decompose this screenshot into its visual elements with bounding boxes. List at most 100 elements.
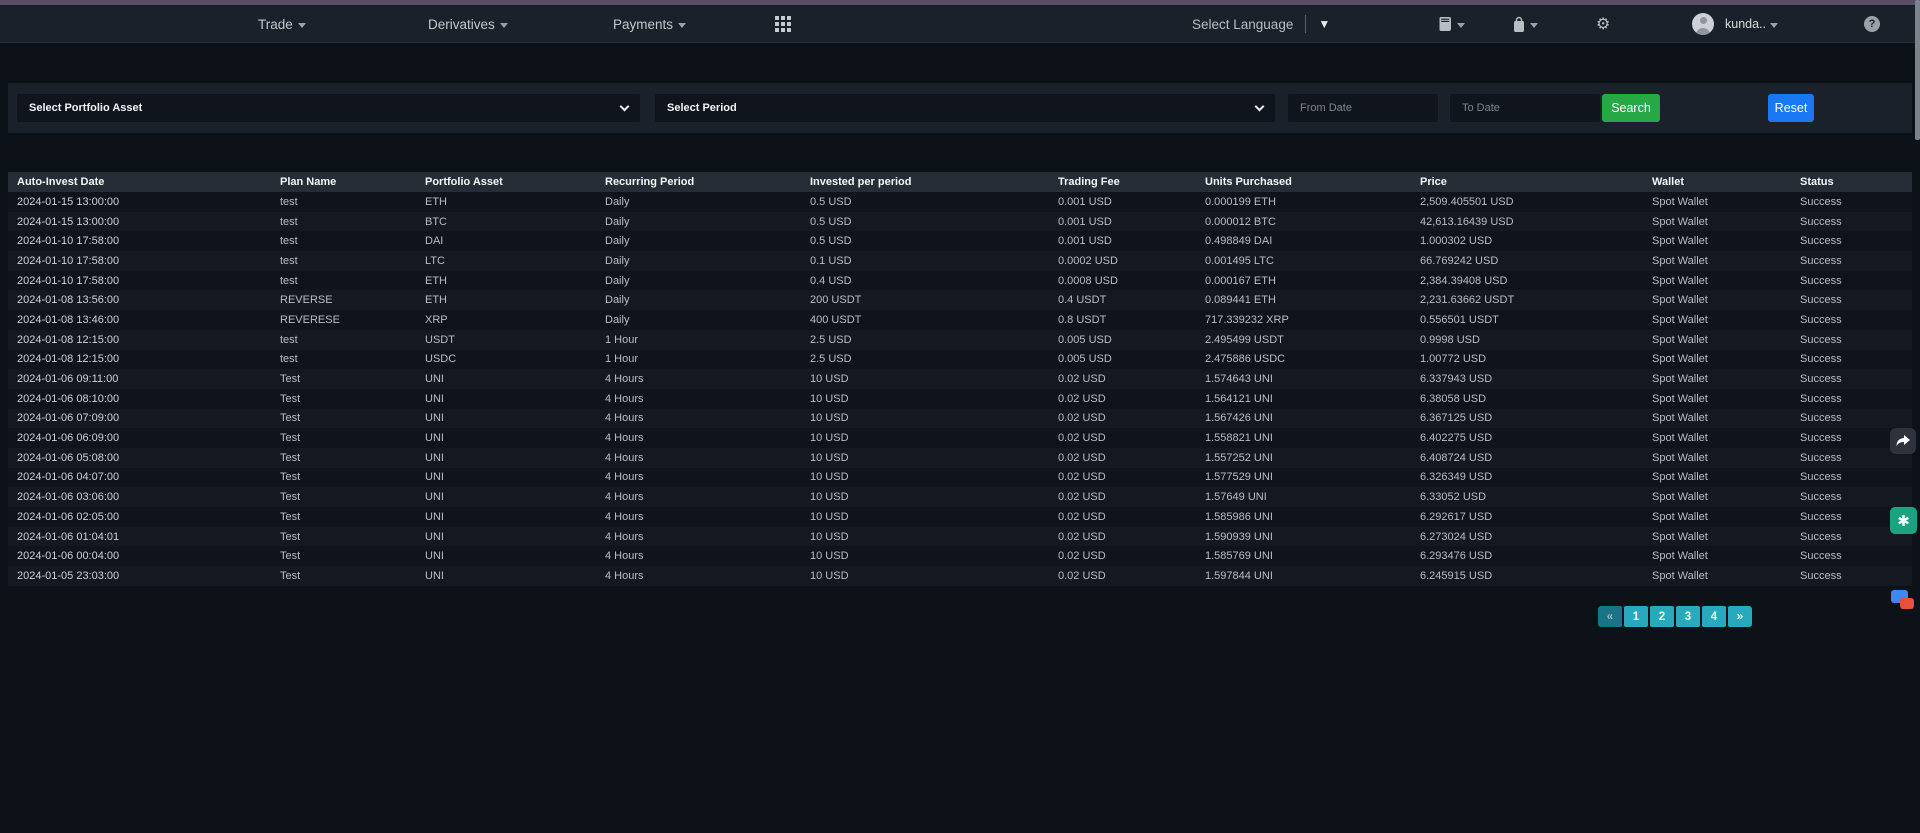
cell: 0.0008 USD (1058, 271, 1205, 291)
cell: 1.567426 UNI (1205, 409, 1420, 429)
cell: 1 Hour (605, 330, 810, 350)
cell: 400 USDT (810, 310, 1058, 330)
table-row: 2024-01-08 13:56:00REVERSEETHDaily200 US… (8, 290, 1912, 310)
cell: 0.001 USD (1058, 192, 1205, 212)
cell: test (280, 271, 425, 291)
cell: 1.557252 UNI (1205, 448, 1420, 468)
cell: Spot Wallet (1652, 350, 1800, 370)
cell: 2024-01-10 17:58:00 (8, 251, 280, 271)
cell: 1.57649 UNI (1205, 487, 1420, 507)
cell: 6.245915 USD (1420, 566, 1652, 586)
nav-menu-payments-label: Payments (613, 17, 673, 32)
share-widget-button[interactable] (1890, 428, 1916, 454)
cell: 2,231.63662 USDT (1420, 290, 1652, 310)
cell: 6.402275 USD (1420, 428, 1652, 448)
cell: 10 USD (810, 389, 1058, 409)
cell: XRP (425, 310, 605, 330)
cell: 1.585769 UNI (1205, 546, 1420, 566)
page-button-3[interactable]: 3 (1676, 606, 1700, 627)
cell: 1.577529 UNI (1205, 468, 1420, 488)
cell: 2024-01-06 07:09:00 (8, 409, 280, 429)
chat-widget-button[interactable] (1890, 588, 1917, 615)
cell: 0.000167 ETH (1205, 271, 1420, 291)
cell: 4 Hours (605, 369, 810, 389)
reset-button[interactable]: Reset (1768, 94, 1814, 122)
cell: 0.001 USD (1058, 231, 1205, 251)
search-button[interactable]: Search (1602, 94, 1660, 122)
cell: UNI (425, 448, 605, 468)
help-button[interactable]: ? (1864, 5, 1880, 43)
from-date-input[interactable]: From Date (1288, 94, 1438, 122)
cell: 2.495499 USDT (1205, 330, 1420, 350)
cell: 0.005 USD (1058, 330, 1205, 350)
cell: 0.5 USD (810, 192, 1058, 212)
cell: 10 USD (810, 369, 1058, 389)
cell: Spot Wallet (1652, 310, 1800, 330)
cell: 10 USD (810, 468, 1058, 488)
apps-grid-icon[interactable] (775, 16, 792, 33)
cell: test (280, 192, 425, 212)
cell: Test (280, 487, 425, 507)
table-body: 2024-01-15 13:00:00testETHDaily0.5 USD0.… (8, 192, 1912, 586)
cell: 0.1 USD (810, 251, 1058, 271)
nav-menu-payments[interactable]: Payments (613, 5, 686, 43)
assistant-widget-button[interactable]: ✱ (1890, 507, 1917, 534)
top-navbar: Trade Derivatives Payments Select Langua… (0, 5, 1920, 43)
scrollbar-thumb[interactable] (1915, 0, 1920, 140)
cell: Test (280, 546, 425, 566)
page-button-1[interactable]: 1 (1624, 606, 1648, 627)
column-header: Invested per period (810, 172, 1058, 192)
portfolio-asset-select[interactable]: Select Portfolio Asset (17, 94, 640, 122)
table-row: 2024-01-05 23:03:00TestUNI4 Hours10 USD0… (8, 566, 1912, 586)
cell: Spot Wallet (1652, 369, 1800, 389)
cell: Spot Wallet (1652, 527, 1800, 547)
cell: Test (280, 369, 425, 389)
cell: 200 USDT (810, 290, 1058, 310)
cell: 2024-01-10 17:58:00 (8, 231, 280, 251)
cell: 1.00772 USD (1420, 350, 1652, 370)
table-header-row: Auto-Invest DatePlan NamePortfolio Asset… (8, 172, 1912, 192)
cell: Success (1800, 350, 1912, 370)
cell: Success (1800, 409, 1912, 429)
cell: Spot Wallet (1652, 271, 1800, 291)
cell: 0.498849 DAI (1205, 231, 1420, 251)
cell: Spot Wallet (1652, 192, 1800, 212)
user-menu[interactable]: kunda.. (1692, 5, 1778, 43)
cell: Test (280, 389, 425, 409)
cell: test (280, 251, 425, 271)
column-header: Wallet (1652, 172, 1800, 192)
pagination-next-button[interactable]: » (1728, 606, 1752, 627)
cell: 2024-01-08 12:15:00 (8, 350, 280, 370)
cell: 0.02 USD (1058, 389, 1205, 409)
cell: REVERSE (280, 290, 425, 310)
cell: 0.4 USD (810, 271, 1058, 291)
avatar (1692, 13, 1714, 35)
cell: Spot Wallet (1652, 409, 1800, 429)
cell: UNI (425, 566, 605, 586)
cell: Spot Wallet (1652, 290, 1800, 310)
nav-menu-derivatives[interactable]: Derivatives (428, 5, 508, 43)
chevron-down-icon (1255, 101, 1265, 111)
cell: 6.367125 USD (1420, 409, 1652, 429)
assets-menu[interactable] (1512, 5, 1538, 43)
cell: UNI (425, 507, 605, 527)
to-date-input[interactable]: To Date (1450, 94, 1600, 122)
settings-button[interactable]: ⚙ (1596, 5, 1610, 43)
cell: 2024-01-15 13:00:00 (8, 192, 280, 212)
table-row: 2024-01-10 17:58:00testLTCDaily0.1 USD0.… (8, 251, 1912, 271)
cell: Daily (605, 290, 810, 310)
page-button-2[interactable]: 2 (1650, 606, 1674, 627)
cell: 2024-01-06 00:04:00 (8, 546, 280, 566)
orders-menu[interactable] (1438, 5, 1465, 43)
column-header: Price (1420, 172, 1652, 192)
filter-panel: Select Portfolio Asset Select Period Fro… (8, 83, 1912, 133)
page-button-4[interactable]: 4 (1702, 606, 1726, 627)
period-select[interactable]: Select Period (655, 94, 1275, 122)
divider (1305, 15, 1306, 33)
language-selector[interactable]: Select Language ▼ (1192, 5, 1330, 43)
cell: Spot Wallet (1652, 468, 1800, 488)
cell: 0.4 USDT (1058, 290, 1205, 310)
help-icon: ? (1864, 16, 1880, 32)
nav-menu-trade[interactable]: Trade (258, 5, 306, 43)
pagination-prev-button[interactable]: « (1598, 606, 1622, 627)
